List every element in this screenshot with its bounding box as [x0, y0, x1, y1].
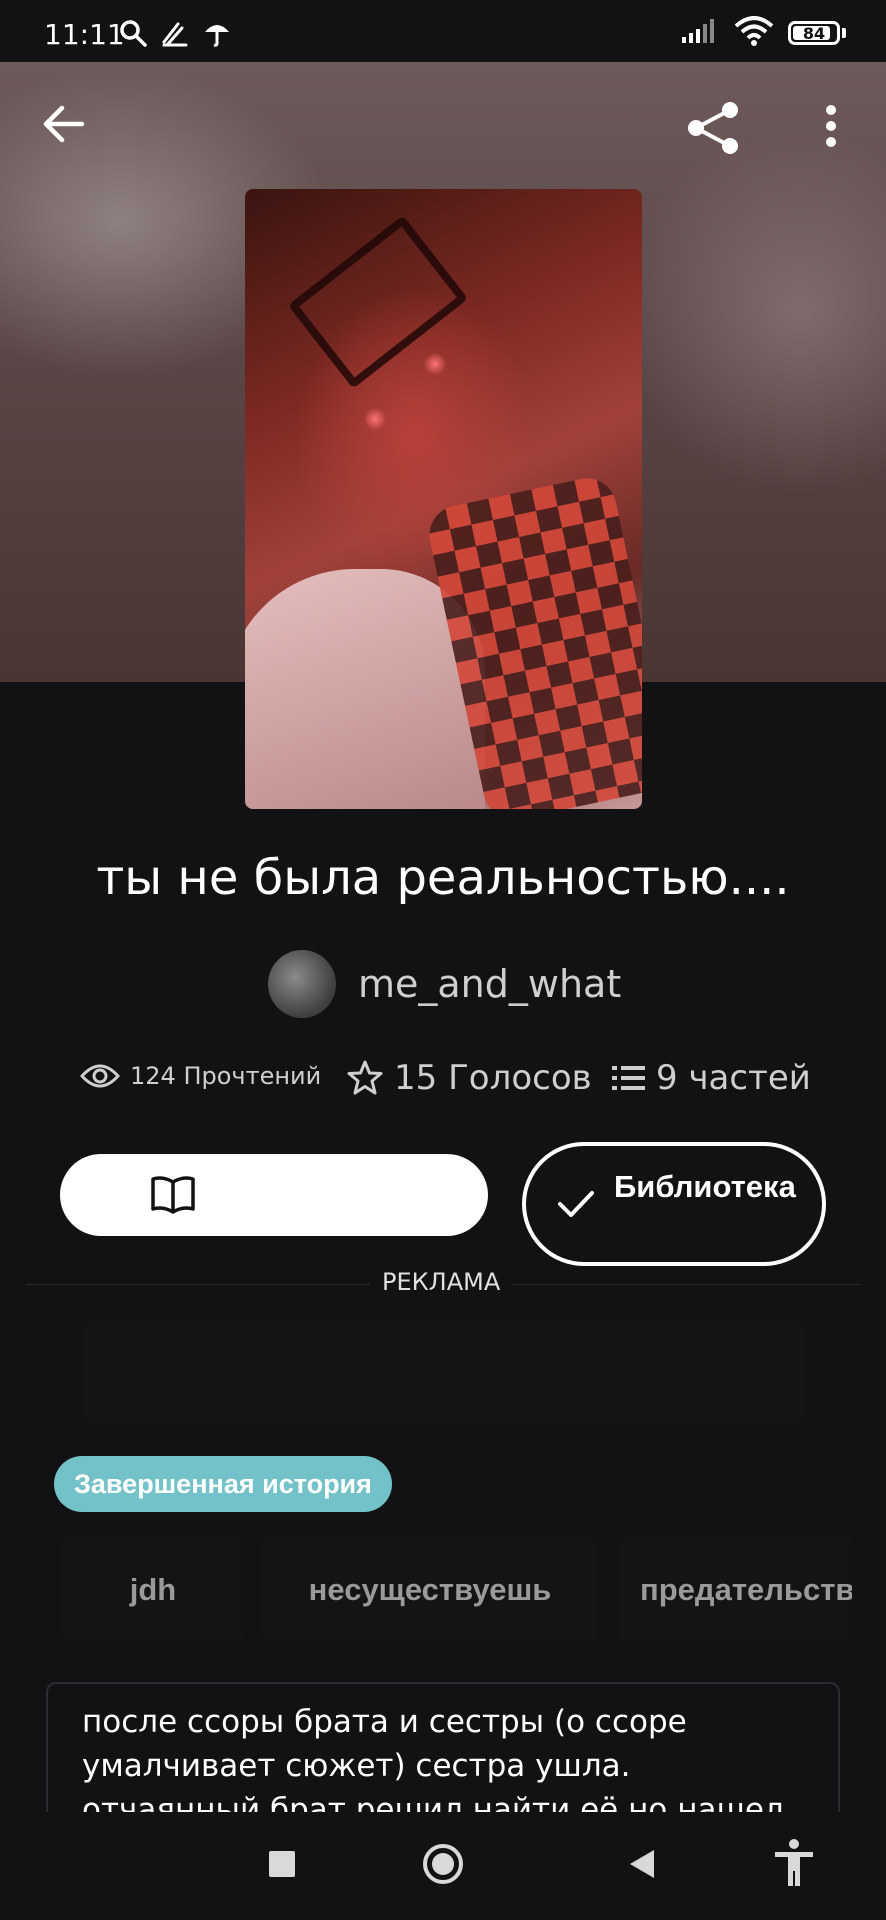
open-book-icon — [150, 1176, 196, 1217]
author-avatar[interactable] — [268, 950, 336, 1018]
cover-art-detail — [287, 215, 469, 389]
status-right: 84 — [680, 16, 846, 50]
system-back-button[interactable] — [622, 1842, 662, 1886]
wind-icon — [160, 18, 190, 52]
story-cover-image[interactable] — [245, 189, 642, 809]
votes-stat: 15 Голосов — [346, 1058, 592, 1098]
battery-icon: 84 — [788, 21, 840, 45]
story-description[interactable]: после ссоры брата и сестры (о ссоре умал… — [46, 1682, 840, 1822]
more-options-button[interactable] — [806, 96, 856, 156]
reads-count: 124 Прочтений — [130, 1062, 322, 1090]
home-button[interactable] — [418, 1842, 468, 1886]
story-title: ты не была реальностью.... — [96, 850, 790, 906]
parts-stat: 9 частей — [612, 1058, 811, 1098]
accessibility-button[interactable] — [770, 1838, 818, 1888]
status-left-icons — [118, 18, 232, 52]
back-button[interactable] — [36, 96, 92, 152]
tag-chip[interactable]: несуществуешь — [262, 1538, 598, 1642]
star-icon — [347, 1060, 383, 1095]
parts-count: 9 частей — [656, 1058, 811, 1098]
status-bar: 11:11 84 — [0, 0, 886, 62]
wifi-icon — [734, 16, 774, 50]
list-icon — [612, 1066, 645, 1090]
read-button[interactable] — [60, 1154, 488, 1236]
checkmark-icon — [556, 1188, 596, 1224]
library-button[interactable]: Библиотека — [522, 1142, 826, 1266]
umbrella-icon — [202, 18, 232, 52]
back-arrow-icon — [43, 105, 85, 143]
ad-placeholder[interactable] — [82, 1322, 806, 1422]
reads-stat: 124 Прочтений — [80, 1062, 321, 1090]
tag-chip[interactable]: jdh — [62, 1538, 244, 1642]
author-row[interactable]: me_and_what — [268, 950, 621, 1018]
tags-row[interactable]: jdh несуществуешь предательство — [62, 1538, 852, 1642]
share-icon — [688, 102, 738, 154]
accessibility-icon — [775, 1839, 813, 1886]
share-button[interactable] — [682, 96, 746, 160]
ad-label: РЕКЛАМА — [370, 1268, 513, 1296]
tag-chip[interactable]: предательство — [618, 1538, 852, 1642]
system-navigation-bar — [0, 1812, 886, 1920]
more-vertical-icon — [826, 105, 836, 147]
battery-level: 84 — [802, 23, 826, 43]
eye-icon — [80, 1064, 120, 1088]
library-button-label: Библиотека — [614, 1169, 796, 1204]
back-triangle-icon — [630, 1850, 654, 1878]
search-icon — [118, 18, 148, 52]
completed-story-badge: Завершенная история — [54, 1456, 392, 1512]
home-circle-icon — [423, 1844, 463, 1884]
status-time: 11:11 — [44, 18, 125, 51]
author-name[interactable]: me_and_what — [358, 962, 621, 1006]
recents-button[interactable] — [262, 1842, 302, 1886]
signal-icon — [680, 17, 720, 49]
votes-count: 15 Голосов — [394, 1058, 592, 1098]
story-stats: 124 Прочтений 15 Голосов 9 частей — [0, 1058, 886, 1108]
recents-square-icon — [269, 1851, 295, 1877]
